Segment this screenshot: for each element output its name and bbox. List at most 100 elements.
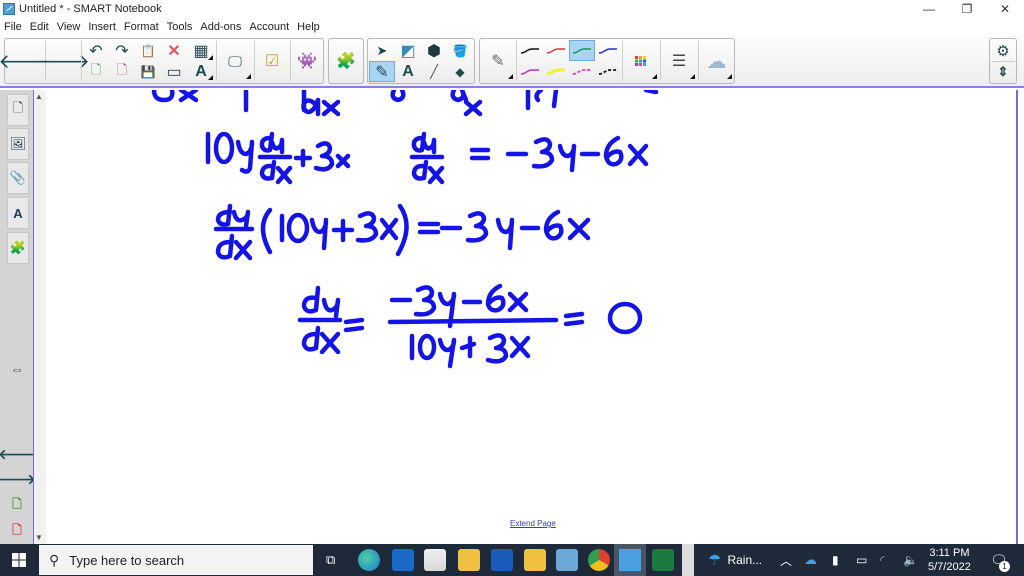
text-format-button[interactable]: A — [187, 62, 215, 82]
taskbar-control-panel[interactable] — [556, 549, 578, 571]
pen-type-button[interactable]: ✎ — [481, 41, 515, 81]
extend-page-link[interactable]: Extend Page — [510, 519, 556, 528]
fill-icon: 🪣 — [452, 43, 468, 58]
undo-button[interactable]: ↶ — [83, 40, 109, 62]
taskbar-overflow[interactable] — [682, 544, 694, 576]
lab-button[interactable]: 👾 — [291, 41, 323, 81]
volume-tray[interactable]: 🔈 — [903, 544, 918, 576]
screen-shade-button[interactable]: ▭ — [161, 62, 187, 82]
menu-format[interactable]: Format — [124, 21, 159, 33]
whiteboard-canvas[interactable]: Extend Page — [46, 90, 1018, 544]
usb-tray[interactable]: ▮ — [832, 544, 839, 576]
customize-toolbar-button[interactable]: ⚙ — [991, 40, 1015, 61]
sidebar-next-page-button[interactable]: 🡒 — [0, 470, 36, 488]
taskbar-search-box[interactable]: ⚲ Type here to search — [39, 545, 313, 575]
restore-button[interactable]: ❐ — [948, 0, 986, 18]
menu-insert[interactable]: Insert — [88, 21, 116, 33]
taskbar-edge[interactable] — [358, 549, 380, 571]
text-tool-button[interactable]: A — [395, 61, 421, 82]
notification-center-button[interactable]: 🗨 1 — [990, 544, 1010, 576]
response-button[interactable]: ☑ — [255, 41, 289, 81]
menu-tools[interactable]: Tools — [167, 21, 193, 33]
sidebar-delete-page-button[interactable]: 🗋 — [6, 522, 28, 540]
pen-color-green[interactable] — [569, 40, 595, 61]
windows-start-button[interactable] — [12, 553, 26, 567]
polygon-tool-button[interactable]: ⬢ — [421, 40, 447, 61]
sidebar-tab-gallery[interactable]: 🖼 — [7, 128, 29, 160]
delete-page-button[interactable]: 🗋 — [109, 62, 135, 82]
menu-file[interactable]: File — [4, 21, 22, 33]
menu-help[interactable]: Help — [297, 21, 320, 33]
pen-color-magenta[interactable] — [517, 61, 543, 82]
pens-tool-button[interactable]: ✎ — [369, 61, 395, 82]
addons-button[interactable]: 🧩 — [330, 41, 362, 81]
line-tool-button[interactable]: ╱ — [421, 61, 447, 82]
delete-page-icon: 🗋 — [116, 62, 128, 77]
network-tray[interactable]: ◜ — [880, 544, 885, 576]
table-button[interactable]: ▦ — [187, 40, 215, 62]
toolbar-group-pen-properties: ✎ ☰ ☁ — [479, 38, 735, 84]
move-toolbar-button[interactable]: ⇕ — [991, 62, 1015, 82]
next-page-button[interactable]: 🡒 — [36, 41, 90, 81]
line-style-button[interactable]: ☰ — [661, 41, 697, 81]
search-placeholder: Type here to search — [69, 552, 185, 568]
shapes-tool-button[interactable]: ◩ — [395, 40, 421, 61]
redo-button[interactable]: ↷ — [109, 40, 135, 62]
scroll-up-icon[interactable]: ▲ — [35, 92, 43, 101]
scroll-down-icon[interactable]: ▼ — [35, 533, 43, 542]
pen-color-yellow[interactable] — [543, 61, 569, 82]
response-icon: ☑ — [264, 53, 280, 70]
add-page-button[interactable]: 🗋 — [83, 62, 109, 82]
sidebar-previous-page-button[interactable]: 🡐 — [0, 445, 36, 463]
document-camera-button[interactable]: 🖵 — [217, 41, 253, 81]
wifi-icon: ◜ — [880, 553, 885, 567]
taskbar-excel[interactable] — [652, 549, 674, 571]
taskbar-onedrive-files[interactable] — [458, 549, 480, 571]
eraser-tool-button[interactable]: ◆ — [447, 61, 473, 82]
onedrive-tray[interactable]: ☁ — [804, 544, 817, 576]
notification-badge: 1 — [999, 561, 1010, 572]
taskbar-file-explorer[interactable] — [524, 549, 546, 571]
taskbar-chrome[interactable] — [588, 549, 610, 571]
minimize-button[interactable]: — — [910, 0, 948, 18]
taskbar-outlook[interactable] — [392, 549, 414, 571]
select-tool-button[interactable]: ➤ — [369, 40, 395, 61]
sidebar-tab-properties[interactable]: A — [7, 197, 29, 229]
fill-tool-button[interactable]: 🪣 — [447, 40, 473, 61]
paste-button[interactable]: 📋 — [135, 40, 161, 62]
text-tool-icon: A — [195, 63, 207, 80]
sidebar-tab-page-sorter[interactable]: 🗋 — [7, 94, 29, 126]
weather-widget[interactable]: ☂ Rain... — [708, 544, 762, 576]
menu-view[interactable]: View — [57, 21, 81, 33]
table-icon: ▦ — [193, 43, 209, 60]
battery-icon: ▭ — [856, 553, 868, 567]
show-hidden-icons-button[interactable]: ︿ — [780, 544, 792, 576]
taskbar-smart-notebook-active[interactable] — [614, 544, 646, 576]
sidebar-tab-attachments[interactable]: 📎 — [7, 162, 29, 194]
menu-account[interactable]: Account — [249, 21, 289, 33]
vertical-scrollbar[interactable]: ▲ ▼ — [33, 90, 46, 544]
pen-color-red[interactable] — [543, 40, 569, 61]
close-button[interactable]: ✕ — [986, 0, 1024, 18]
sidebar-add-page-button[interactable]: 🗋 — [6, 496, 28, 514]
taskbar-microsoft-store[interactable] — [424, 549, 446, 571]
pen-color-blue[interactable] — [595, 40, 621, 61]
menu-edit[interactable]: Edit — [30, 21, 49, 33]
select-arrow-icon: ➤ — [376, 42, 388, 58]
toolbar-group-main: 🡐 🡒 ↶ ↷ 📋 ✕ ▦ 🗋 🗋 💾 ▭ A 🖵 ☑ 👾 — [0, 38, 324, 84]
move-sidebar-button[interactable]: ⇔ — [6, 360, 28, 378]
menu-addons[interactable]: Add-ons — [200, 21, 241, 33]
pen-color-black-dashed[interactable] — [595, 61, 621, 82]
color-palette-button[interactable] — [623, 41, 659, 81]
clock[interactable]: 3:11 PM 5/7/2022 — [928, 544, 971, 576]
task-view-button[interactable]: ⧉ — [326, 552, 335, 568]
toolbar-group-tools: ➤ ◩ ⬢ 🪣 ✎ A ╱ ◆ — [367, 38, 475, 84]
delete-button[interactable]: ✕ — [161, 40, 187, 62]
pen-color-magenta-dashed[interactable] — [569, 61, 595, 82]
pen-color-black[interactable] — [517, 40, 543, 61]
save-button[interactable]: 💾 — [135, 62, 161, 82]
fill-effects-button[interactable]: ☁ — [699, 41, 734, 81]
sidebar-tab-addons[interactable]: 🧩 — [7, 232, 29, 264]
taskbar-word[interactable] — [491, 549, 513, 571]
battery-tray[interactable]: ▭ — [856, 544, 867, 576]
